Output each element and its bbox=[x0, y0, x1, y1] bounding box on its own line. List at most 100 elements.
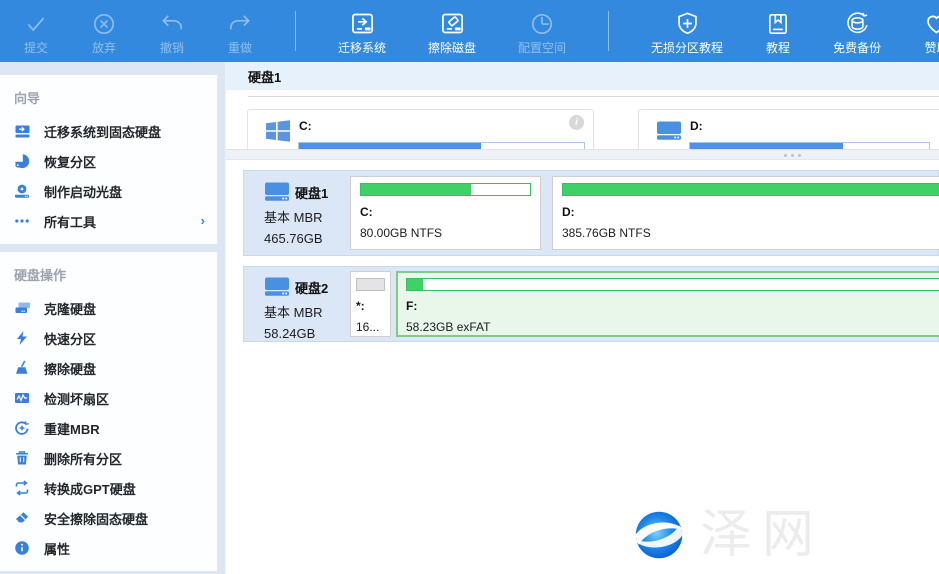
toolbar-label: 放弃 bbox=[92, 42, 116, 55]
trash-icon bbox=[14, 450, 31, 466]
sidebar-item-recover-partition[interactable]: 恢复分区 bbox=[0, 146, 217, 176]
redo-button[interactable]: 重做 bbox=[227, 8, 253, 55]
disk-name: 硬盘1 bbox=[295, 183, 328, 202]
check-icon bbox=[23, 8, 49, 40]
sidebar: 向导 迁移系统到固态硬盘 恢复分区 制作启动光盘 bbox=[0, 62, 225, 574]
disk-size: 465.76GB bbox=[264, 231, 350, 246]
sidebar-section-wizard: 向导 迁移系统到固态硬盘 恢复分区 制作启动光盘 bbox=[0, 75, 218, 244]
partition-block-c[interactable]: C: 80.00GB NTFS bbox=[350, 176, 541, 250]
sidebar-item-secure-erase-ssd[interactable]: 安全擦除固态硬盘 bbox=[0, 503, 217, 533]
discard-button[interactable]: 放弃 bbox=[91, 8, 117, 55]
sidebar-section-disk-operations: 硬盘操作 克隆硬盘 快速分区 擦除硬盘 bbox=[0, 252, 218, 571]
partition-letter: D: bbox=[562, 205, 939, 219]
usage-fill bbox=[361, 184, 471, 195]
hard-drive-icon bbox=[656, 119, 682, 142]
partition-letter: F: bbox=[406, 299, 939, 313]
section-title: 硬盘操作 bbox=[0, 258, 217, 293]
watermark-text: 泽网 bbox=[700, 505, 824, 565]
sidebar-item-delete-all-partitions[interactable]: 删除所有分区 bbox=[0, 443, 217, 473]
toolbar-label: 赞助 bbox=[925, 42, 939, 55]
broom-icon bbox=[14, 360, 31, 376]
partition-block-f-selected[interactable]: F: 58.23GB exFAT bbox=[396, 271, 939, 337]
partition-info: 16... bbox=[356, 320, 385, 334]
toolbar-label: 撤销 bbox=[160, 42, 184, 55]
sidebar-item-properties[interactable]: 属性 bbox=[0, 533, 217, 563]
partition-block-star[interactable]: *: 16... bbox=[350, 271, 391, 337]
disk-type: 基本 MBR bbox=[264, 302, 350, 321]
toolbar-label: 重做 bbox=[228, 42, 252, 55]
disc-icon bbox=[14, 183, 31, 199]
overview-card-c[interactable]: C: bbox=[247, 109, 594, 149]
usage-fill bbox=[357, 279, 384, 290]
disk-tab-bar: 硬盘1 bbox=[226, 62, 939, 90]
sidebar-item-label: 擦除硬盘 bbox=[44, 359, 96, 378]
toolbar-label: 迁移系统 bbox=[338, 42, 386, 55]
sidebar-item-rebuild-mbr[interactable]: 重建MBR bbox=[0, 413, 217, 443]
configure-space-button[interactable]: 配置空间 bbox=[518, 8, 566, 55]
lightning-icon bbox=[14, 330, 31, 346]
sidebar-item-all-tools[interactable]: 所有工具 › bbox=[0, 206, 217, 236]
sidebar-item-clone-disk[interactable]: 克隆硬盘 bbox=[0, 293, 217, 323]
sidebar-item-erase-disk[interactable]: 擦除硬盘 bbox=[0, 353, 217, 383]
info-icon[interactable] bbox=[569, 115, 584, 130]
disk-map-area: 硬盘1 基本 MBR 465.76GB C: 80.00GB NTFS bbox=[226, 160, 939, 574]
sidebar-item-make-boot-disc[interactable]: 制作启动光盘 bbox=[0, 176, 217, 206]
drive-arrow-icon bbox=[14, 123, 31, 139]
sidebar-item-migrate-to-ssd[interactable]: 迁移系统到固态硬盘 bbox=[0, 116, 217, 146]
section-title: 向导 bbox=[0, 81, 217, 116]
watermark-logo-icon bbox=[628, 504, 690, 566]
sidebar-item-label: 所有工具 bbox=[44, 212, 96, 231]
partition-tutorial-button[interactable]: 无损分区教程 bbox=[651, 8, 723, 55]
usage-bar bbox=[360, 183, 531, 196]
drive-letter: D: bbox=[690, 119, 703, 133]
undo-button[interactable]: 撤销 bbox=[159, 8, 185, 55]
chevron-right-icon: › bbox=[201, 213, 205, 228]
windows-icon bbox=[265, 119, 291, 142]
toolbar-label: 免费备份 bbox=[833, 42, 881, 55]
undo-icon bbox=[159, 8, 185, 40]
partition-info: 58.23GB exFAT bbox=[406, 320, 939, 334]
toolbar-label: 教程 bbox=[766, 42, 790, 55]
tutorial-button[interactable]: 教程 bbox=[765, 8, 791, 55]
partition-block-d[interactable]: D: 385.76GB NTFS bbox=[552, 176, 939, 250]
toolbar-label: 无损分区教程 bbox=[651, 42, 723, 55]
dots-icon bbox=[14, 213, 31, 229]
tab-disk1[interactable]: 硬盘1 bbox=[248, 67, 281, 86]
disk1-info[interactable]: 硬盘1 基本 MBR 465.76GB bbox=[244, 176, 350, 250]
pie-icon bbox=[14, 153, 31, 169]
watermark: 泽网 bbox=[628, 504, 824, 566]
partition-letter: C: bbox=[360, 205, 531, 219]
book-icon bbox=[765, 8, 791, 40]
sidebar-item-label: 制作启动光盘 bbox=[44, 182, 122, 201]
main-panel: 硬盘1 C: D: bbox=[225, 62, 939, 574]
overview-card-d[interactable]: D: bbox=[638, 109, 939, 149]
disk-row-1: 硬盘1 基本 MBR 465.76GB C: 80.00GB NTFS bbox=[243, 170, 939, 256]
toolbar-label: 配置空间 bbox=[518, 42, 566, 55]
partition-info: 80.00GB NTFS bbox=[360, 226, 531, 240]
free-backup-button[interactable]: 免费备份 bbox=[833, 8, 881, 55]
toolbar-label: 提交 bbox=[24, 42, 48, 55]
erase-disk-button[interactable]: 擦除磁盘 bbox=[428, 8, 476, 55]
migrate-disk-icon bbox=[349, 8, 376, 40]
info-icon bbox=[14, 540, 31, 556]
usage-fill bbox=[407, 279, 423, 290]
submit-button[interactable]: 提交 bbox=[23, 8, 49, 55]
space-pie-icon bbox=[529, 8, 555, 40]
shield-plus-icon bbox=[674, 8, 701, 40]
sidebar-item-label: 转换成GPT硬盘 bbox=[44, 479, 136, 498]
migrate-system-button[interactable]: 迁移系统 bbox=[338, 8, 386, 55]
sidebar-item-convert-to-gpt[interactable]: 转换成GPT硬盘 bbox=[0, 473, 217, 503]
clone-disk-icon bbox=[14, 300, 31, 316]
disk2-info[interactable]: 硬盘2 基本 MBR 58.24GB bbox=[244, 271, 350, 337]
sidebar-item-quick-partition[interactable]: 快速分区 bbox=[0, 323, 217, 353]
usage-fill bbox=[563, 184, 939, 195]
usage-bar bbox=[689, 142, 930, 149]
sidebar-item-check-bad-sectors[interactable]: 检测坏扇区 bbox=[0, 383, 217, 413]
rebuild-icon bbox=[14, 420, 31, 436]
usage-bar bbox=[356, 278, 385, 291]
eraser-icon bbox=[14, 510, 31, 526]
hard-drive-icon bbox=[264, 276, 290, 297]
usage-bar bbox=[298, 142, 585, 149]
sponsor-button[interactable]: 赞助 bbox=[923, 8, 939, 55]
panel-splitter[interactable] bbox=[226, 149, 939, 160]
